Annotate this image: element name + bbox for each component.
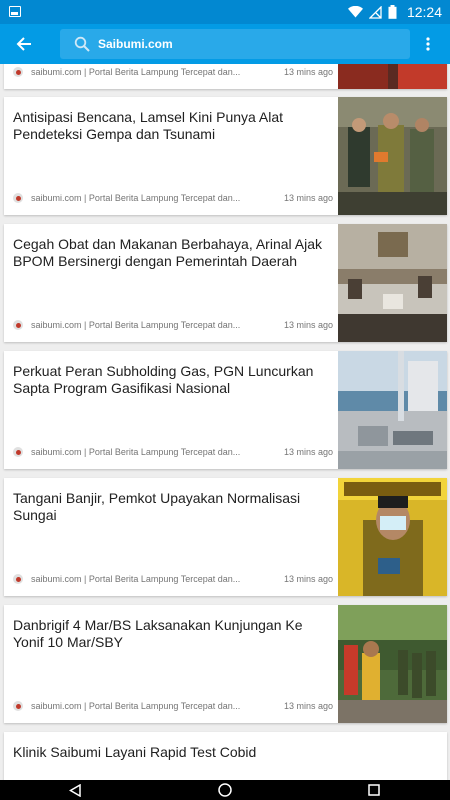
article-thumbnail [338, 605, 447, 723]
notification-icon [9, 6, 21, 17]
article-card[interactable]: Perkuat Peran Subholding Gas, PGN Luncur… [4, 351, 447, 469]
time-label: 13 mins ago [283, 193, 333, 203]
time-label: 13 mins ago [283, 320, 333, 330]
search-icon [74, 36, 90, 52]
time-label: 13 mins ago [283, 67, 333, 77]
signal-off-icon [368, 5, 382, 19]
article-card[interactable]: Tangani Banjir, Pemkot Upayakan Normalis… [4, 478, 447, 596]
navigation-bar [0, 780, 450, 800]
nav-recents-button[interactable] [367, 783, 381, 797]
source-row: saibumi.com | Portal Berita Lampung Terc… [13, 572, 333, 586]
overflow-menu-button[interactable] [416, 32, 440, 56]
source-row: saibumi.com | Portal Berita Lampung Terc… [13, 191, 333, 205]
source-logo-icon [13, 67, 23, 77]
article-title: Klinik Saibumi Layani Rapid Test Cobid [13, 744, 257, 760]
source-label: saibumi.com | Portal Berita Lampung Terc… [31, 320, 241, 330]
article-thumbnail [338, 224, 447, 342]
time-label: 13 mins ago [283, 701, 333, 711]
source-row: saibumi.com | Portal Berita Lampung Terc… [13, 65, 333, 79]
back-triangle-icon [69, 783, 81, 797]
time-label: 13 mins ago [283, 447, 333, 457]
source-label: saibumi.com | Portal Berita Lampung Terc… [31, 447, 241, 457]
battery-icon [388, 5, 397, 19]
article-card[interactable]: Klinik Saibumi Layani Rapid Test Cobid [4, 732, 447, 780]
source-label: saibumi.com | Portal Berita Lampung Terc… [31, 193, 241, 203]
time-label: 13 mins ago [283, 574, 333, 584]
source-label: saibumi.com | Portal Berita Lampung Terc… [31, 574, 241, 584]
article-card[interactable]: Cegah Obat dan Makanan Berbahaya, Arinal… [4, 224, 447, 342]
back-button[interactable] [10, 30, 38, 58]
article-card[interactable]: Antisipasi Bencana, Lamsel Kini Punya Al… [4, 97, 447, 215]
article-thumbnail [338, 64, 447, 89]
nav-home-button[interactable] [218, 783, 232, 797]
more-vert-icon [426, 37, 430, 51]
nav-back-button[interactable] [68, 783, 82, 797]
source-label: saibumi.com | Portal Berita Lampung Terc… [31, 67, 241, 77]
search-bar[interactable]: Saibumi.com [60, 29, 410, 59]
article-title: Antisipasi Bencana, Lamsel Kini Punya Al… [13, 109, 284, 142]
article-card[interactable]: saibumi.com | Portal Berita Lampung Terc… [4, 64, 447, 89]
source-row: saibumi.com | Portal Berita Lampung Terc… [13, 699, 333, 713]
search-text: Saibumi.com [98, 37, 173, 51]
recents-square-icon [368, 784, 380, 796]
news-feed[interactable]: saibumi.com | Portal Berita Lampung Terc… [0, 64, 450, 780]
source-logo-icon [13, 320, 23, 330]
article-title: Tangani Banjir, Pemkot Upayakan Normalis… [13, 490, 301, 523]
article-title: Danbrigif 4 Mar/BS Laksanakan Kunjungan … [13, 617, 303, 650]
app-bar: Saibumi.com [0, 24, 450, 64]
back-arrow-icon [16, 37, 31, 51]
source-label: saibumi.com | Portal Berita Lampung Terc… [31, 701, 241, 711]
source-logo-icon [13, 701, 23, 711]
article-thumbnail [338, 478, 447, 596]
article-title: Perkuat Peran Subholding Gas, PGN Luncur… [13, 363, 314, 396]
article-card[interactable]: Danbrigif 4 Mar/BS Laksanakan Kunjungan … [4, 605, 447, 723]
article-thumbnail [338, 97, 447, 215]
article-thumbnail [338, 351, 447, 469]
home-circle-icon [218, 783, 232, 797]
source-logo-icon [13, 193, 23, 203]
article-title: Cegah Obat dan Makanan Berbahaya, Arinal… [13, 236, 322, 269]
clock: 12:24 [406, 4, 442, 20]
status-bar: 12:24 [0, 0, 450, 24]
source-logo-icon [13, 574, 23, 584]
source-row: saibumi.com | Portal Berita Lampung Terc… [13, 318, 333, 332]
source-logo-icon [13, 447, 23, 457]
wifi-icon [347, 6, 363, 18]
source-row: saibumi.com | Portal Berita Lampung Terc… [13, 445, 333, 459]
